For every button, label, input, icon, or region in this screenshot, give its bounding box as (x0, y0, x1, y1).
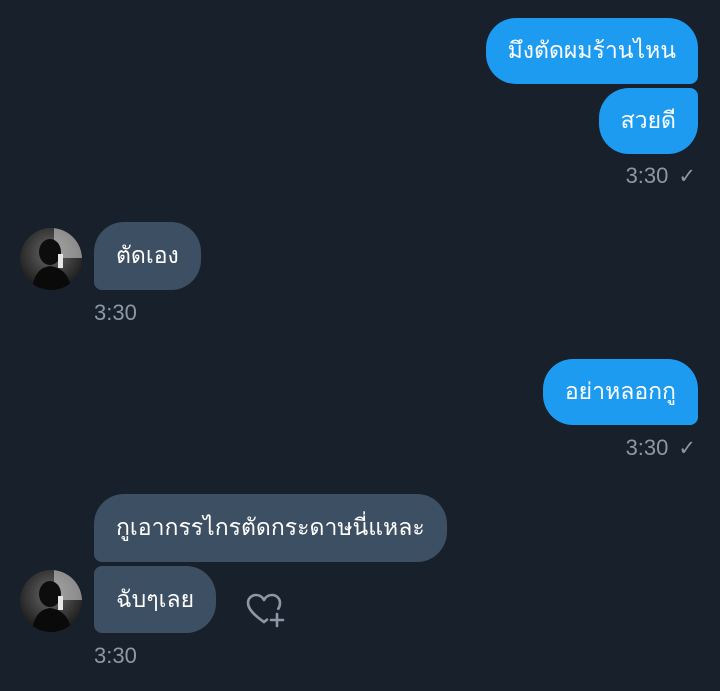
message-text: ฉับๆเลย (116, 586, 195, 613)
avatar[interactable] (20, 228, 82, 290)
user-avatar-image (20, 228, 82, 290)
message-timestamp: 3:30 (94, 300, 137, 325)
message-bubble-incoming[interactable]: กูเอากรรไกรตัดกระดาษนี่แหละ (94, 494, 447, 562)
message-bubble-outgoing[interactable]: อย่าหลอกกู (542, 359, 698, 425)
heart-plus-icon[interactable] (244, 590, 288, 634)
read-check-icon: ✓ (678, 437, 696, 460)
message-bubble-incoming[interactable]: ตัดเอง (94, 222, 201, 290)
message-bubble-outgoing[interactable]: มึงตัดผมร้านไหน (485, 18, 698, 84)
message-text: กูเอากรรไกรตัดกระดาษนี่แหละ (116, 515, 425, 541)
user-avatar-image (20, 570, 82, 632)
message-text: สวยดี (620, 108, 676, 134)
message-timestamp: 3:30 ✓ (625, 435, 696, 460)
message-bubble-incoming[interactable]: ฉับๆเลย (94, 566, 217, 633)
message-timestamp: 3:30 (94, 643, 137, 668)
message-bubble-outgoing[interactable]: สวยดี (598, 88, 698, 154)
message-text: ตัดเอง (116, 243, 179, 269)
avatar[interactable] (20, 570, 82, 632)
message-timestamp: 3:30 ✓ (625, 163, 696, 188)
read-check-icon: ✓ (678, 165, 696, 188)
message-text: มึงตัดผมร้านไหน (507, 38, 676, 64)
message-text: อย่าหลอกกู (564, 379, 676, 405)
